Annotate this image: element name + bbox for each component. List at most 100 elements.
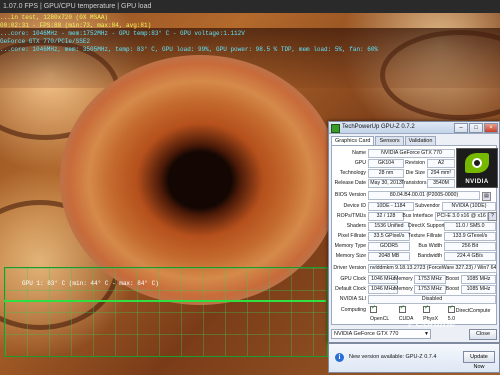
default-boost-value[interactable]: 1085 MHz — [461, 285, 496, 294]
die-size-value[interactable]: 294 mm² — [427, 169, 455, 178]
transistors-label: Transistors — [401, 180, 427, 186]
tab-graphics-card[interactable]: Graphics Card — [331, 136, 375, 145]
update-now-button[interactable]: Update Now — [463, 351, 495, 370]
row-computing: Computing OpenCL CUDA PhysX DirectComput… — [332, 304, 496, 322]
computing-label: Computing — [340, 307, 366, 313]
release-date-label: Release Date — [334, 180, 366, 186]
gpu-label: GPU — [354, 160, 366, 166]
directx-value[interactable]: 11.0 / SM5.0 — [444, 222, 496, 231]
gpuz-bottom-bar: NVIDIA GeForce GTX 770 ▼ Close — [331, 329, 497, 340]
gpu-clock-label: GPU Clock — [340, 276, 366, 282]
row-memory-type: Memory Type GDDR5 Bus Width 256 Bit — [332, 242, 496, 251]
name-value[interactable]: NVIDIA GeForce GTX 770 — [368, 149, 455, 158]
bus-width-value[interactable]: 256 Bit — [444, 242, 496, 251]
memory-type-value[interactable]: GDDR5 — [368, 242, 410, 251]
memory-clock-label: Memory — [394, 276, 413, 282]
row-memory-size: Memory Size 2048 MB Bandwidth 224.4 GB/s — [332, 252, 496, 261]
row-name: Name NVIDIA GeForce GTX 770 — [332, 149, 496, 158]
driver-version-value[interactable]: nvlddmkm 9.18.13.2723 (ForceWare 327.23)… — [368, 264, 497, 273]
card-select[interactable]: NVIDIA GeForce GTX 770 ▼ — [331, 329, 431, 339]
bus-width-label: Bus Width — [418, 243, 442, 249]
benchmark-title: 1.07.0 FPS | GPU/CPU temperature | GPU l… — [3, 3, 152, 10]
pixel-fillrate-value[interactable]: 33.5 GPixel/s — [368, 232, 410, 241]
tab-validation[interactable]: Validation — [404, 136, 437, 145]
row-shaders: Shaders 1536 Unified DirectX Support 11.… — [332, 222, 496, 231]
osd-line: ...core: 1046MHz, mem: 3505MHz, temp: 83… — [0, 46, 379, 53]
gpuz-title: TechPowerUp GPU-Z 0.7.2 — [342, 124, 415, 130]
revision-value[interactable]: A2 — [427, 159, 455, 168]
sli-value[interactable]: Disabled — [368, 295, 496, 304]
maximize-button[interactable]: □ — [469, 123, 483, 133]
bandwidth-label: Bandwidth — [417, 253, 442, 259]
card-select-value: NVIDIA GeForce GTX 770 — [334, 331, 399, 337]
update-notification: i New version available: GPU-Z 0.7.4 Upd… — [328, 343, 500, 373]
osd-line: 00:02:31 - FPS:88 (min:73, max:84, avg:8… — [0, 22, 152, 29]
row-driver: Driver Version nvlddmkm 9.18.13.2723 (Fo… — [332, 264, 497, 273]
gpuz-title-bar[interactable]: TechPowerUp GPU-Z 0.7.2 – □ × — [329, 122, 499, 134]
texture-fillrate-label: Texture Fillrate — [408, 233, 443, 239]
bus-interface-value[interactable]: PCI-E 3.0 x16 @ x16 3.0 — [435, 212, 488, 221]
opencl-checkbox[interactable]: OpenCL — [370, 304, 396, 323]
info-icon: i — [335, 353, 344, 362]
directx-label: DirectX Support — [408, 223, 445, 229]
subvendor-value[interactable]: NVIDIA (10DE) — [442, 202, 496, 211]
row-sli: NVIDIA SLI Disabled — [332, 295, 496, 304]
osd-overlay: ...in test, 1280x720 (0X MSAA) 00:02:31 … — [0, 14, 378, 54]
texture-fillrate-value[interactable]: 133.9 GTexel/s — [444, 232, 496, 241]
name-label: Name — [352, 150, 366, 156]
update-message: New version available: GPU-Z 0.7.4 — [349, 354, 437, 360]
release-date-value[interactable]: May 30, 2013 — [368, 179, 404, 188]
default-memory-label: Memory — [394, 286, 413, 292]
technology-label: Technology — [339, 170, 366, 176]
memory-size-value[interactable]: 2048 MB — [368, 252, 410, 261]
transistors-value[interactable]: 3540M — [427, 179, 455, 188]
gpu-value[interactable]: GK104 — [368, 159, 404, 168]
memory-type-label: Memory Type — [334, 243, 366, 249]
sli-label: NVIDIA SLI — [339, 296, 366, 302]
check-icon — [447, 304, 455, 313]
bios-save-icon[interactable]: ▤ — [482, 192, 491, 201]
technology-value[interactable]: 28 nm — [368, 169, 404, 178]
close-button[interactable]: Close — [469, 329, 497, 340]
close-window-button[interactable]: × — [484, 123, 498, 133]
gpuz-window: TechPowerUp GPU-Z 0.7.2 – □ × Graphics C… — [328, 121, 500, 343]
shaders-value[interactable]: 1536 Unified — [368, 222, 410, 231]
tab-sensors[interactable]: Sensors — [375, 136, 404, 145]
rops-value[interactable]: 32 / 128 — [368, 212, 404, 221]
row-release-date: Release Date May 30, 2013 Transistors 35… — [332, 179, 496, 188]
opencl-label: OpenCL — [370, 316, 390, 322]
device-id-value[interactable]: 10DE - 1184 — [368, 202, 414, 211]
help-icon[interactable]: ? — [488, 212, 497, 221]
bus-interface-label: Bus Interface — [402, 213, 433, 219]
pixel-fillrate-label: Pixel Fillrate — [337, 233, 366, 239]
row-gpu: GPU GK104 Revision A2 — [332, 159, 496, 168]
watermark-logo: PConline — [408, 318, 456, 330]
graphics-card-panel: NVIDIA Name NVIDIA GeForce GTX 770 GPU G… — [331, 145, 498, 325]
bandwidth-value[interactable]: 224.4 GB/s — [444, 252, 496, 261]
revision-label: Revision — [405, 160, 425, 166]
bios-label: BIOS Version — [334, 192, 366, 198]
memory-size-label: Memory Size — [335, 253, 366, 259]
gpuz-app-icon — [331, 124, 340, 133]
temperature-graph-label: GPU 1: 83° C (min: 44° C - max: 84° C) — [22, 280, 159, 287]
check-icon — [423, 304, 431, 313]
osd-line: ...core: 1046MHz - mem:1752MHz - GPU tem… — [0, 30, 245, 37]
driver-version-label: Driver Version — [333, 265, 366, 271]
row-fillrate: Pixel Fillrate 33.5 GPixel/s Texture Fil… — [332, 232, 496, 241]
gpuz-tabs: Graphics Card Sensors Validation — [329, 134, 499, 145]
row-gpu-clock: GPU Clock 1046 MHz Memory 1753 MHz Boost… — [332, 275, 496, 284]
shaders-label: Shaders — [346, 223, 366, 229]
die-size-label: Die Size — [405, 170, 425, 176]
row-rops: ROPs/TMUs 32 / 128 Bus Interface PCI-E 3… — [332, 212, 497, 221]
check-icon — [398, 304, 406, 313]
rops-label: ROPs/TMUs — [336, 213, 366, 219]
default-boost-label: Boost — [445, 286, 459, 292]
row-technology: Technology 28 nm Die Size 294 mm² — [332, 169, 496, 178]
minimize-button[interactable]: – — [454, 123, 468, 133]
boost-clock-label: Boost — [445, 276, 459, 282]
boost-clock-value[interactable]: 1085 MHz — [461, 275, 496, 284]
device-id-label: Device ID — [343, 203, 367, 209]
bios-value[interactable]: 80.04.B4.00.01 (P2005-0000) — [368, 191, 480, 200]
osd-line: ...in test, 1280x720 (0X MSAA) — [0, 14, 109, 21]
row-default-clock: Default Clock 1046 MHz Memory 1753 MHz B… — [332, 285, 496, 294]
